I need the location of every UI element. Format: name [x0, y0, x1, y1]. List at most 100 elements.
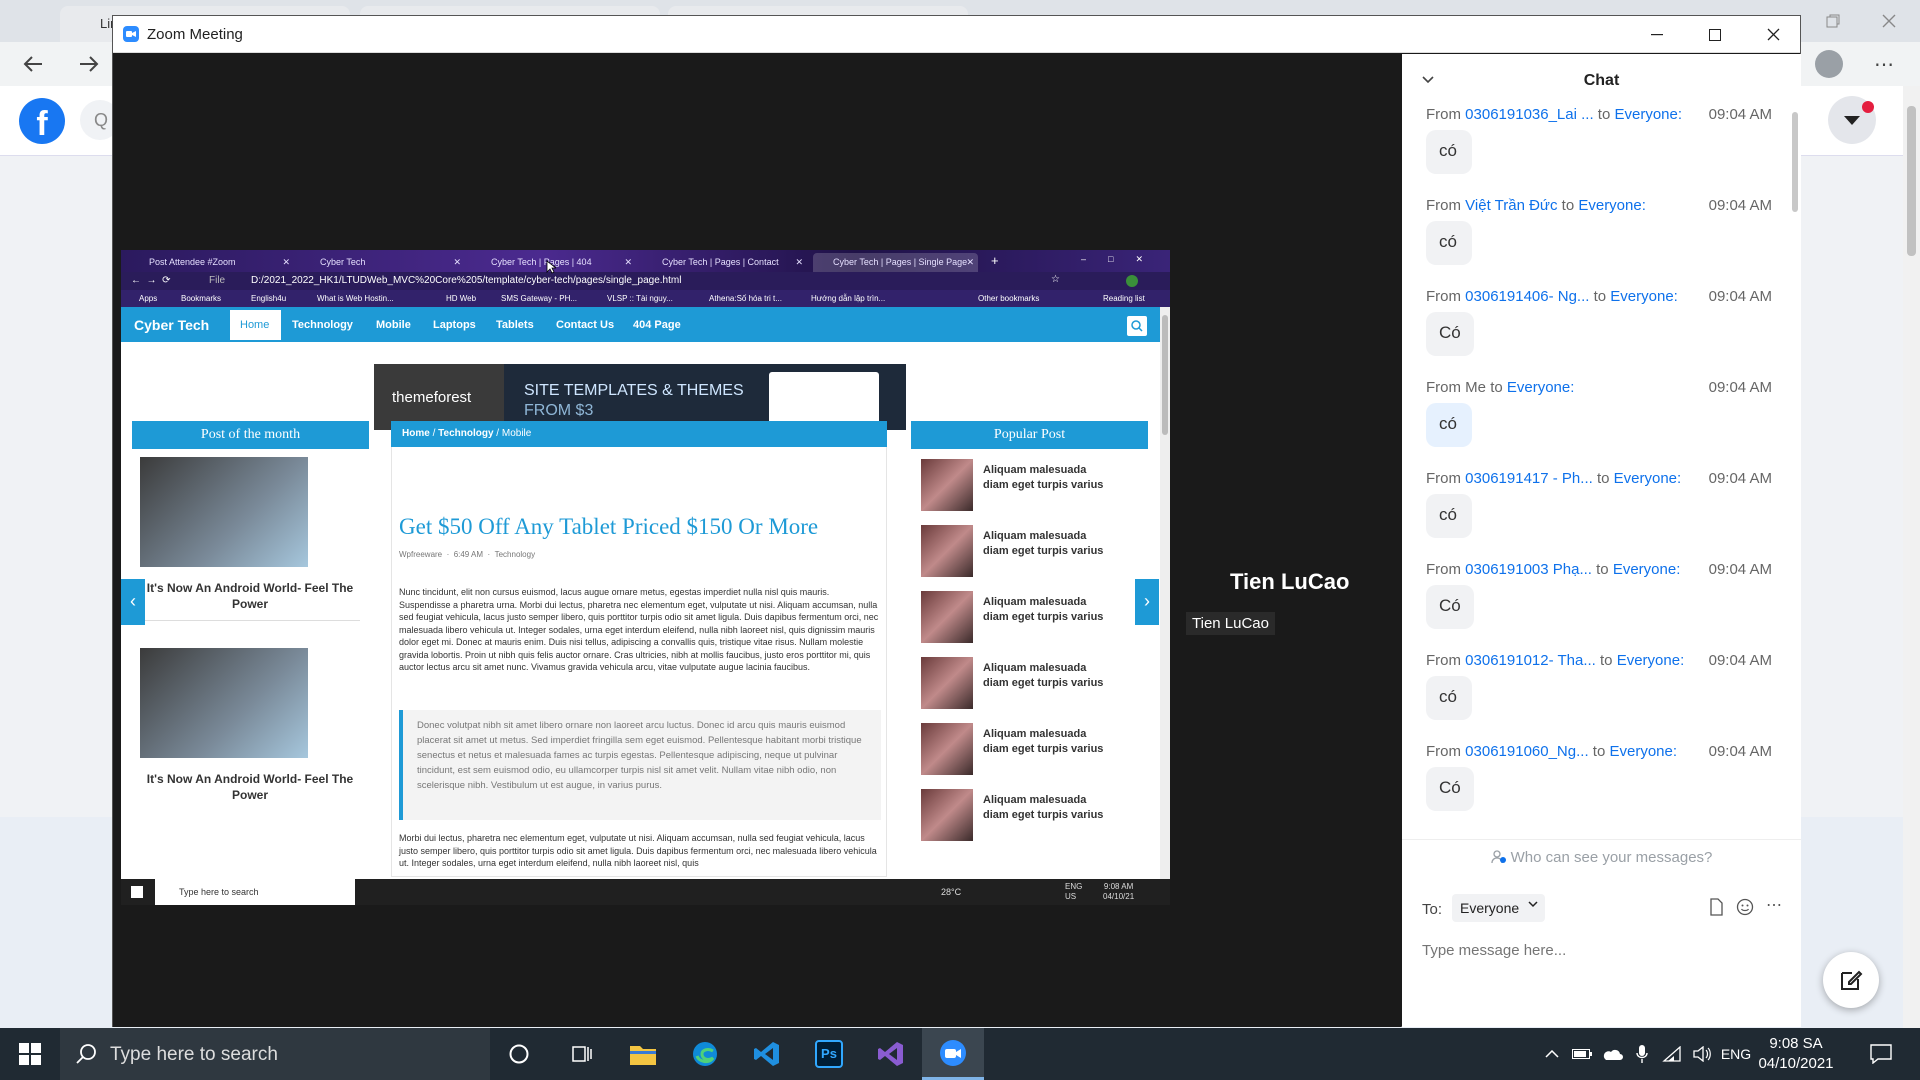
- shared-tab[interactable]: Post Attendee #Zoom ✕: [129, 253, 294, 272]
- photoshop-icon[interactable]: Ps: [798, 1028, 860, 1080]
- post-caption[interactable]: It's Now An Android World- Feel The Powe…: [132, 771, 368, 803]
- bookmark[interactable]: What is Web Hostin...: [317, 294, 394, 303]
- popular-post[interactable]: Aliquam malesuada diam eget turpis variu…: [921, 459, 1103, 517]
- file-explorer-icon[interactable]: [612, 1028, 674, 1080]
- taskbar-search-box[interactable]: Type here to search: [60, 1028, 490, 1080]
- facebook-logo-icon[interactable]: f: [19, 98, 65, 144]
- profile-dot-icon[interactable]: [1126, 275, 1138, 287]
- bookmark[interactable]: Bookmarks: [181, 294, 221, 303]
- recipient-dropdown[interactable]: Everyone: [1452, 894, 1546, 922]
- back-arrow-icon[interactable]: [22, 54, 44, 74]
- site-brand[interactable]: Cyber Tech: [134, 317, 209, 333]
- volume-icon[interactable]: [1688, 1028, 1716, 1080]
- shared-scrollbar[interactable]: [1160, 307, 1170, 879]
- bookmark[interactable]: Apps: [139, 294, 157, 303]
- post-thumbnail[interactable]: [140, 648, 308, 758]
- recipient[interactable]: Everyone:: [1613, 561, 1681, 578]
- background-restore-icon[interactable]: [1810, 0, 1856, 42]
- bookmark[interactable]: HD Web: [446, 294, 476, 303]
- bookmark[interactable]: Reading list: [1103, 294, 1145, 303]
- nav-arrows-icon[interactable]: ← → ⟳: [131, 275, 171, 286]
- breadcrumb-home[interactable]: Home: [402, 428, 430, 439]
- shared-tab[interactable]: Cyber Tech | Pages | Contact ✕: [642, 253, 807, 272]
- bookmark[interactable]: VLSP :: Tài nguy...: [607, 294, 673, 303]
- sender-name[interactable]: 0306191417 - Ph...: [1465, 470, 1593, 487]
- popular-post[interactable]: Aliquam malesuada diam eget turpis variu…: [921, 591, 1103, 649]
- battery-icon[interactable]: [1568, 1028, 1596, 1080]
- recipient[interactable]: Everyone:: [1617, 652, 1685, 669]
- nav-technology[interactable]: Technology: [292, 319, 353, 331]
- breadcrumb-technology[interactable]: Technology: [438, 428, 493, 439]
- nav-mobile[interactable]: Mobile: [376, 319, 411, 331]
- tray-chevron-icon[interactable]: [1538, 1028, 1566, 1080]
- recipient[interactable]: Everyone:: [1609, 743, 1677, 760]
- background-close-icon[interactable]: [1866, 0, 1912, 42]
- popular-post[interactable]: Aliquam malesuada diam eget turpis variu…: [921, 525, 1103, 583]
- article-author[interactable]: Wpfreeware: [399, 550, 442, 559]
- sender-name[interactable]: 0306191012- Tha...: [1465, 652, 1596, 669]
- shared-tab[interactable]: Cyber Tech ✕: [300, 253, 465, 272]
- nav-laptops[interactable]: Laptops: [433, 319, 476, 331]
- sender-name[interactable]: 0306191003 Phạ...: [1465, 561, 1592, 578]
- notification-center-icon[interactable]: [1858, 1028, 1904, 1080]
- cortana-icon[interactable]: [488, 1028, 550, 1080]
- sender-name[interactable]: Việt Trần Đức: [1465, 197, 1557, 214]
- wifi-icon[interactable]: [1658, 1028, 1686, 1080]
- post-thumbnail[interactable]: [140, 457, 308, 567]
- forward-arrow-icon[interactable]: [78, 54, 100, 74]
- popular-post[interactable]: Aliquam malesuada diam eget turpis variu…: [921, 657, 1103, 715]
- recipient[interactable]: Everyone:: [1507, 379, 1575, 396]
- visual-studio-icon[interactable]: [860, 1028, 922, 1080]
- recipient[interactable]: Everyone:: [1614, 106, 1682, 123]
- more-options-icon[interactable]: ⋯: [1766, 898, 1782, 916]
- sender-name[interactable]: 0306191060_Ng...: [1465, 743, 1588, 760]
- popular-post[interactable]: Aliquam malesuada diam eget turpis variu…: [921, 789, 1103, 847]
- minimize-icon[interactable]: [1628, 16, 1686, 53]
- recipient[interactable]: Everyone:: [1614, 470, 1682, 487]
- nav-tablets[interactable]: Tablets: [496, 319, 534, 331]
- slider-next-button[interactable]: ›: [1135, 579, 1159, 625]
- new-tab-icon[interactable]: +: [991, 253, 999, 268]
- sender-name[interactable]: 0306191036_Lai ...: [1465, 106, 1593, 123]
- popular-post[interactable]: Aliquam malesuada diam eget turpis variu…: [921, 723, 1103, 781]
- compose-edit-button[interactable]: [1823, 952, 1879, 1008]
- background-scrollbar[interactable]: [1903, 86, 1920, 1028]
- emoji-icon[interactable]: [1736, 898, 1754, 916]
- more-menu-icon[interactable]: ⋯: [1874, 52, 1894, 77]
- recipient[interactable]: Everyone:: [1610, 288, 1678, 305]
- zoom-taskbar-icon[interactable]: [922, 1028, 984, 1080]
- vscode-icon[interactable]: [736, 1028, 798, 1080]
- system-clock[interactable]: 9:08 SA 04/10/2021: [1746, 1034, 1846, 1074]
- chat-message-input[interactable]: [1422, 938, 1782, 962]
- task-view-icon[interactable]: [550, 1028, 612, 1080]
- nav-contact[interactable]: Contact Us: [556, 319, 614, 331]
- shared-search-box[interactable]: Type here to search: [155, 879, 355, 905]
- post-caption[interactable]: It's Now An Android World- Feel The Powe…: [132, 580, 368, 612]
- sender-name[interactable]: 0306191406- Ng...: [1465, 288, 1589, 305]
- profile-avatar-icon[interactable]: [1815, 50, 1843, 78]
- star-icon[interactable]: ☆: [1051, 274, 1060, 285]
- site-search-icon[interactable]: [1127, 316, 1147, 336]
- nav-home[interactable]: Home: [230, 310, 281, 340]
- file-icon[interactable]: [1708, 898, 1724, 916]
- microphone-icon[interactable]: [1628, 1028, 1656, 1080]
- bookmark[interactable]: SMS Gateway - PH...: [501, 294, 577, 303]
- maximize-icon[interactable]: [1686, 16, 1744, 53]
- shared-tab-active[interactable]: Cyber Tech | Pages | Single Page ✕: [813, 253, 978, 272]
- shared-url[interactable]: D:/2021_2022_HK1/LTUDWeb_MVC%20Core%205/…: [251, 275, 681, 286]
- edge-icon[interactable]: [674, 1028, 736, 1080]
- who-can-see-link[interactable]: Who can see your messages?: [1402, 849, 1801, 866]
- chat-scrollbar[interactable]: [1792, 112, 1798, 212]
- recipient[interactable]: Everyone:: [1578, 197, 1646, 214]
- close-icon[interactable]: [1744, 16, 1802, 53]
- nav-404[interactable]: 404 Page: [633, 319, 681, 331]
- bookmark[interactable]: Hướng dẫn lập trìn...: [811, 294, 885, 303]
- onedrive-icon[interactable]: [1598, 1028, 1626, 1080]
- bookmark[interactable]: Other bookmarks: [978, 294, 1039, 303]
- article-category[interactable]: Technology: [495, 550, 535, 559]
- windows-logo-icon[interactable]: [131, 886, 143, 898]
- start-button[interactable]: [0, 1028, 60, 1080]
- bookmark[interactable]: Athena:Số hóa tri t...: [709, 294, 782, 303]
- bookmark[interactable]: English4u: [251, 294, 286, 303]
- slider-prev-button[interactable]: ‹: [121, 579, 145, 625]
